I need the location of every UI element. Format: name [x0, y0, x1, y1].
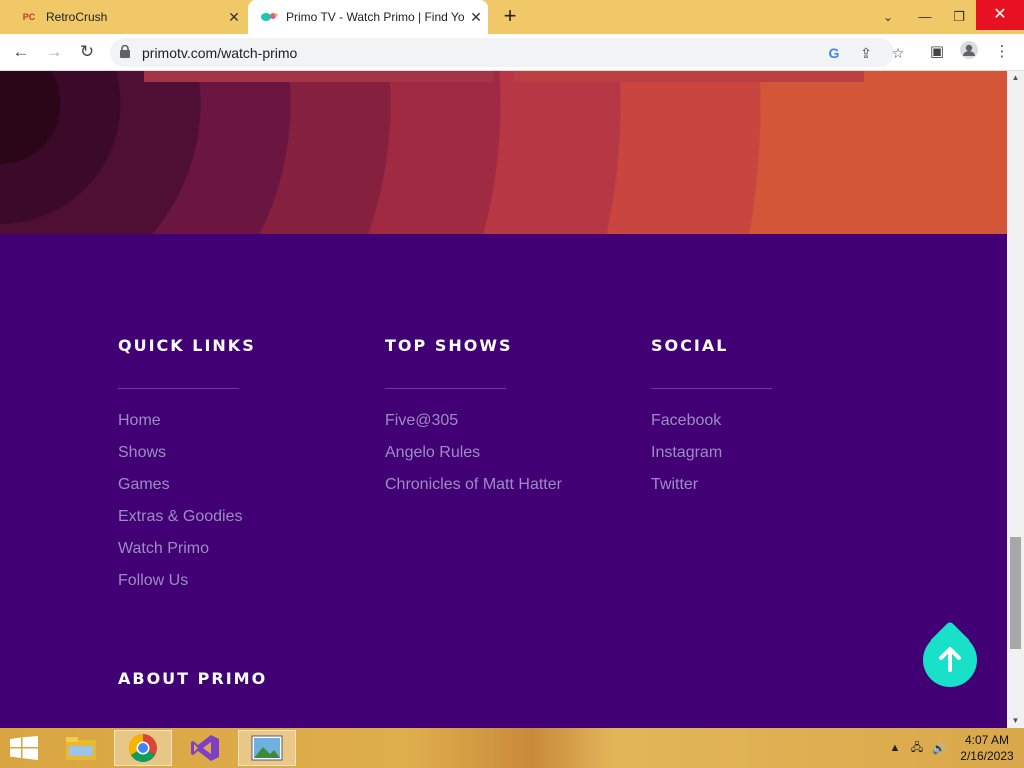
tab-close-icon[interactable]: ✕: [464, 9, 488, 26]
system-clock[interactable]: 4:07 AM 2/16/2023: [950, 732, 1024, 764]
footer-link-instagram[interactable]: Instagram: [651, 443, 772, 475]
chrome-taskbar-icon[interactable]: [114, 730, 172, 766]
forward-arrow-icon[interactable]: →: [42, 40, 66, 64]
browser-toolbar: ← → ↻ primotv.com/watch-primo G ⇪ ☆ ▣ ⋮: [0, 34, 1024, 71]
tab-title: RetroCrush: [46, 10, 108, 24]
top-shows-heading: TOP SHOWS: [385, 336, 513, 355]
network-icon[interactable]: 🖧: [906, 739, 928, 758]
scroll-up-arrow-icon[interactable]: ▲: [1007, 71, 1024, 85]
banner-card: [514, 71, 864, 82]
page-viewport: QUICK LINKS Home Shows Games Extras & Go…: [0, 71, 1007, 728]
hero-gradient-banner: [0, 71, 1007, 234]
clock-date: 2/16/2023: [960, 749, 1014, 763]
volume-icon[interactable]: 🔊: [928, 742, 950, 755]
side-panel-icon[interactable]: ▣: [925, 40, 949, 64]
tab-title: Primo TV - Watch Primo | Find Yo: [286, 10, 464, 24]
window-controls: ⌄ — ❐ ✕: [868, 0, 1024, 34]
primo-favicon-icon: [260, 10, 278, 24]
url-text: primotv.com/watch-primo: [142, 45, 298, 61]
clock-time: 4:07 AM: [964, 733, 1010, 747]
page-scrollbar[interactable]: ▲ ▼: [1007, 71, 1024, 728]
footer-link-shows[interactable]: Shows: [118, 443, 256, 475]
footer-link-five-305[interactable]: Five@305: [385, 411, 562, 443]
footer-link-facebook[interactable]: Facebook: [651, 411, 772, 443]
about-primo-heading: ABOUT PRIMO: [118, 669, 268, 688]
scrollbar-thumb[interactable]: [1010, 537, 1021, 649]
reload-icon[interactable]: ↻: [75, 40, 99, 64]
bookmark-star-icon[interactable]: ☆: [888, 43, 908, 63]
tab-close-icon[interactable]: ✕: [222, 9, 246, 26]
share-icon[interactable]: ⇪: [856, 43, 876, 63]
back-arrow-icon[interactable]: ←: [9, 40, 33, 64]
social-column: SOCIAL Facebook Instagram Twitter: [651, 336, 772, 507]
site-footer: QUICK LINKS Home Shows Games Extras & Go…: [0, 234, 1007, 728]
divider: [651, 388, 772, 389]
footer-link-games[interactable]: Games: [118, 475, 256, 507]
tab-primo-tv[interactable]: Primo TV - Watch Primo | Find Yo ✕: [248, 0, 488, 34]
social-heading: SOCIAL: [651, 336, 729, 355]
show-hidden-icons-chevron-icon[interactable]: ▲: [884, 742, 906, 754]
arrow-up-icon: [939, 647, 961, 672]
footer-link-follow-us[interactable]: Follow Us: [118, 571, 256, 603]
footer-link-angelo-rules[interactable]: Angelo Rules: [385, 443, 562, 475]
profile-avatar-icon[interactable]: [957, 40, 981, 64]
close-window-button[interactable]: ✕: [976, 0, 1024, 30]
footer-link-chronicles-matt-hatter[interactable]: Chronicles of Matt Hatter: [385, 475, 562, 507]
windows-start-icon[interactable]: [10, 736, 38, 760]
quick-links-heading: QUICK LINKS: [118, 336, 256, 355]
tab-strip: PC RetroCrush ✕ Primo TV - Watch Primo |…: [0, 0, 1024, 34]
scroll-down-arrow-icon[interactable]: ▼: [1007, 714, 1024, 728]
menu-kebab-icon[interactable]: ⋮: [990, 40, 1014, 64]
top-shows-column: TOP SHOWS Five@305 Angelo Rules Chronicl…: [385, 336, 562, 507]
footer-link-watch-primo[interactable]: Watch Primo: [118, 539, 256, 571]
photos-taskbar-icon[interactable]: [238, 730, 296, 766]
quick-links-column: QUICK LINKS Home Shows Games Extras & Go…: [118, 336, 256, 603]
retrocrush-favicon-icon: PC: [22, 12, 36, 22]
file-explorer-taskbar-icon[interactable]: [52, 730, 110, 766]
restore-button[interactable]: ❐: [942, 0, 976, 34]
google-translate-icon[interactable]: G: [824, 43, 844, 63]
footer-link-extras-goodies[interactable]: Extras & Goodies: [118, 507, 256, 539]
lock-icon: [120, 45, 130, 58]
windows-taskbar: ▲ 🖧 🔊 4:07 AM 2/16/2023: [0, 728, 1024, 768]
tab-search-chevron-icon[interactable]: ⌄: [868, 0, 908, 34]
divider: [385, 388, 506, 389]
visual-studio-taskbar-icon[interactable]: [176, 730, 234, 766]
system-tray: ▲ 🖧 🔊 4:07 AM 2/16/2023: [884, 728, 1024, 768]
banner-card: [144, 71, 494, 82]
address-bar[interactable]: primotv.com/watch-primo G ⇪ ☆: [110, 38, 904, 67]
footer-link-home[interactable]: Home: [118, 411, 256, 443]
scroll-to-top-button[interactable]: [923, 633, 977, 687]
footer-link-twitter[interactable]: Twitter: [651, 475, 772, 507]
minimize-button[interactable]: —: [908, 0, 942, 34]
divider: [118, 388, 239, 389]
tab-retrocrush[interactable]: PC RetroCrush ✕: [8, 0, 246, 34]
new-tab-button[interactable]: +: [498, 5, 522, 29]
